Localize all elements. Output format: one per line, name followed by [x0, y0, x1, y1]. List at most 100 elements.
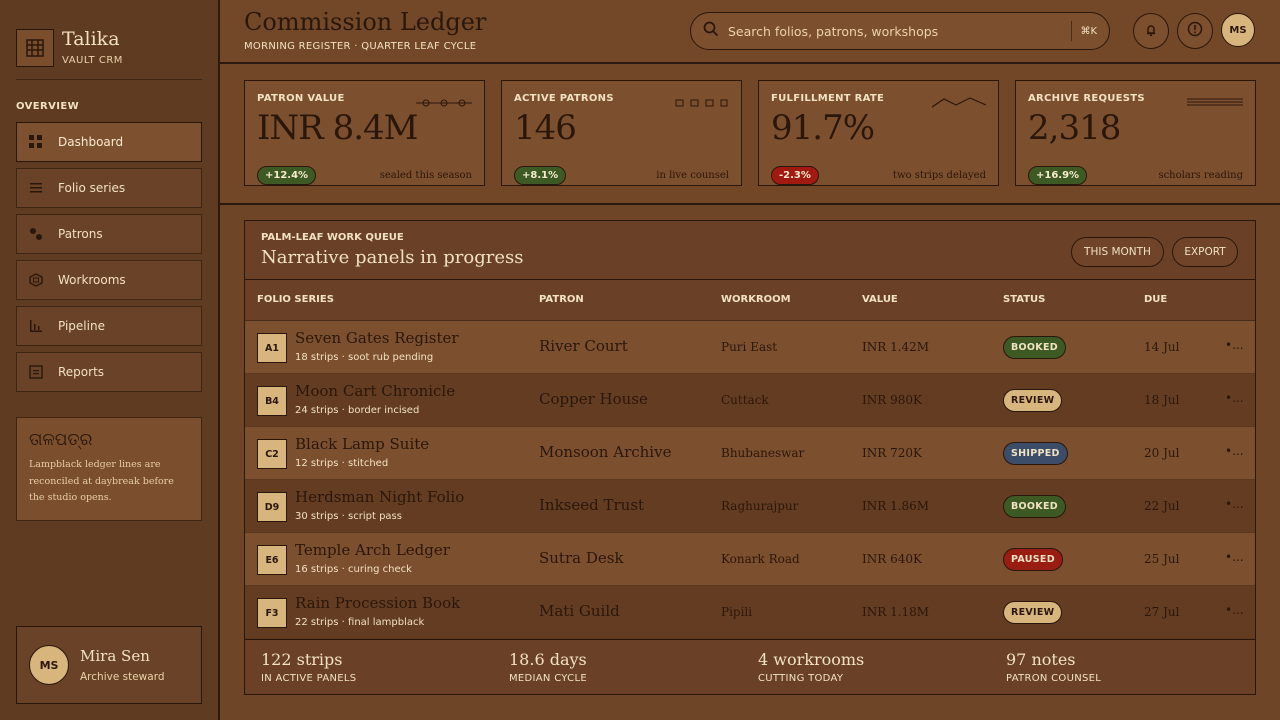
column-header[interactable]: WORKROOM — [721, 294, 791, 305]
folio-title: Herdsman Night Folio — [295, 488, 465, 506]
column-header[interactable]: VALUE — [862, 294, 898, 305]
row-menu-button[interactable]: •... — [1225, 338, 1244, 352]
delta-badge: +16.9% — [1028, 166, 1088, 185]
search-bar[interactable]: ⌘K — [690, 12, 1110, 50]
column-header[interactable]: FOLIO SERIES — [257, 294, 334, 305]
list-icon — [29, 181, 43, 195]
value-cell: INR 720K — [862, 446, 922, 460]
value-cell: INR 1.86M — [862, 499, 930, 513]
kpi-note: sealed this season — [379, 170, 472, 181]
kpi-note: two strips delayed — [892, 170, 986, 181]
kpi-value: 2,318 — [1028, 108, 1121, 148]
stat-value: 97 notes — [1006, 650, 1076, 669]
summary-stat: 4 workrooms CUTTING TODAY — [758, 650, 864, 684]
page-title: Commission Ledger — [244, 8, 487, 36]
folio-title: Rain Procession Book — [295, 594, 461, 612]
kpi-card-active-patrons: ACTIVE PATRONS 146 +8.1% in live counsel — [501, 80, 742, 186]
table-row[interactable]: C2 Black Lamp Suite 12 strips · stitched… — [245, 427, 1255, 480]
brand-subtitle: VAULT CRM — [62, 55, 123, 66]
row-menu-button[interactable]: •... — [1225, 603, 1244, 617]
brand-name: Talika — [62, 28, 120, 50]
lines-icon — [1187, 93, 1243, 112]
workroom-cell: Raghurajpur — [721, 499, 799, 513]
folio-subtitle: 18 strips · soot rub pending — [295, 352, 434, 363]
stat-value: 18.6 days — [509, 650, 587, 669]
people-icon — [29, 227, 43, 241]
value-cell: INR 640K — [862, 552, 922, 566]
status-badge: BOOKED — [1003, 495, 1066, 518]
user-card[interactable]: MS Mira Sen Archive steward — [16, 626, 202, 704]
status-badge: REVIEW — [1003, 601, 1063, 624]
folio-code: E6 — [257, 545, 287, 575]
this-month-button[interactable]: THIS MONTH — [1071, 237, 1164, 267]
summary-stat: 97 notes PATRON COUNSEL — [1006, 650, 1101, 684]
header-avatar[interactable]: MS — [1221, 13, 1255, 47]
column-header[interactable]: DUE — [1144, 294, 1167, 305]
value-cell: INR 980K — [862, 393, 922, 407]
brand[interactable]: Talika VAULT CRM — [16, 28, 123, 67]
folio-code: D9 — [257, 492, 287, 522]
folio-title: Seven Gates Register — [295, 329, 459, 347]
folio-subtitle: 12 strips · stitched — [295, 458, 389, 469]
kpi-card-archive-requests: ARCHIVE REQUESTS 2,318 +16.9% scholars r… — [1015, 80, 1256, 186]
sidebar-item-workrooms[interactable]: Workrooms — [16, 260, 202, 300]
sidebar-item-folio-series[interactable]: Folio series — [16, 168, 202, 208]
workroom-cell: Puri East — [721, 340, 778, 354]
sidebar-item-label: Patrons — [58, 227, 103, 241]
row-menu-button[interactable]: •... — [1225, 391, 1244, 405]
queue-summary: 122 strips IN ACTIVE PANELS 18.6 days ME… — [245, 639, 1255, 694]
sidebar-section-title: OVERVIEW — [16, 101, 80, 112]
workroom-cell: Konark Road — [721, 552, 800, 566]
kpi-note: in live counsel — [656, 170, 729, 181]
kpi-value: 146 — [514, 108, 577, 148]
column-header[interactable]: STATUS — [1003, 294, 1045, 305]
sidebar-divider — [16, 79, 202, 80]
alerts-button[interactable] — [1177, 13, 1213, 49]
sidebar-note-card: ତାଳପତ୍ର Lampblack ledger lines are recon… — [16, 417, 202, 521]
bar-chart-icon — [29, 319, 43, 333]
hexagon-icon — [29, 273, 43, 287]
queue-title: Narrative panels in progress — [261, 247, 524, 268]
patron-cell: Inkseed Trust — [539, 496, 645, 514]
status-badge: PAUSED — [1003, 548, 1063, 571]
sidebar-item-dashboard[interactable]: Dashboard — [16, 122, 202, 162]
user-role: Archive steward — [80, 671, 165, 683]
export-button[interactable]: EXPORT — [1172, 237, 1238, 267]
sidebar-item-reports[interactable]: Reports — [16, 352, 202, 392]
workroom-cell: Bhubaneswar — [721, 446, 805, 460]
sidebar-item-patrons[interactable]: Patrons — [16, 214, 202, 254]
table-row[interactable]: D9 Herdsman Night Folio 30 strips · scri… — [245, 480, 1255, 533]
folio-code: B4 — [257, 386, 287, 416]
sidebar: Talika VAULT CRM OVERVIEW Dashboard Foli… — [0, 0, 220, 720]
status-badge: REVIEW — [1003, 389, 1063, 412]
table-row[interactable]: E6 Temple Arch Ledger 16 strips · curing… — [245, 533, 1255, 586]
folio-code: A1 — [257, 333, 287, 363]
stat-label: MEDIAN CYCLE — [509, 673, 587, 684]
patron-cell: Mati Guild — [539, 602, 620, 620]
column-header[interactable]: PATRON — [539, 294, 584, 305]
row-menu-button[interactable]: •... — [1225, 444, 1244, 458]
work-queue-panel: PALM-LEAF WORK QUEUE Narrative panels in… — [244, 220, 1256, 695]
table-row[interactable]: B4 Moon Cart Chronicle 24 strips · borde… — [245, 374, 1255, 427]
patron-cell: Monsoon Archive — [539, 443, 672, 461]
folio-subtitle: 16 strips · curing check — [295, 564, 412, 575]
folio-subtitle: 22 strips · final lampblack — [295, 617, 425, 628]
sidebar-item-pipeline[interactable]: Pipeline — [16, 306, 202, 346]
due-cell: 20 Jul — [1144, 446, 1180, 460]
sidebar-item-label: Pipeline — [58, 319, 105, 333]
topbar: Commission Ledger MORNING REGISTER · QUA… — [220, 0, 1280, 64]
delta-badge: +8.1% — [514, 166, 567, 185]
row-menu-button[interactable]: •... — [1225, 497, 1244, 511]
grid-icon — [29, 135, 43, 149]
status-badge: BOOKED — [1003, 336, 1066, 359]
table-row[interactable]: A1 Seven Gates Register 18 strips · soot… — [245, 321, 1255, 374]
kpi-card-patron-value: PATRON VALUE INR 8.4M +12.4% sealed this… — [244, 80, 485, 186]
due-cell: 25 Jul — [1144, 552, 1180, 566]
folio-subtitle: 30 strips · script pass — [295, 511, 402, 522]
table-row[interactable]: F3 Rain Procession Book 22 strips · fina… — [245, 586, 1255, 639]
workroom-cell: Pipili — [721, 605, 753, 619]
row-menu-button[interactable]: •... — [1225, 550, 1244, 564]
notifications-button[interactable] — [1133, 13, 1169, 49]
kpi-card-fulfillment-rate: FULFILLMENT RATE 91.7% -2.3% two strips … — [758, 80, 999, 186]
search-input[interactable] — [728, 23, 1072, 39]
